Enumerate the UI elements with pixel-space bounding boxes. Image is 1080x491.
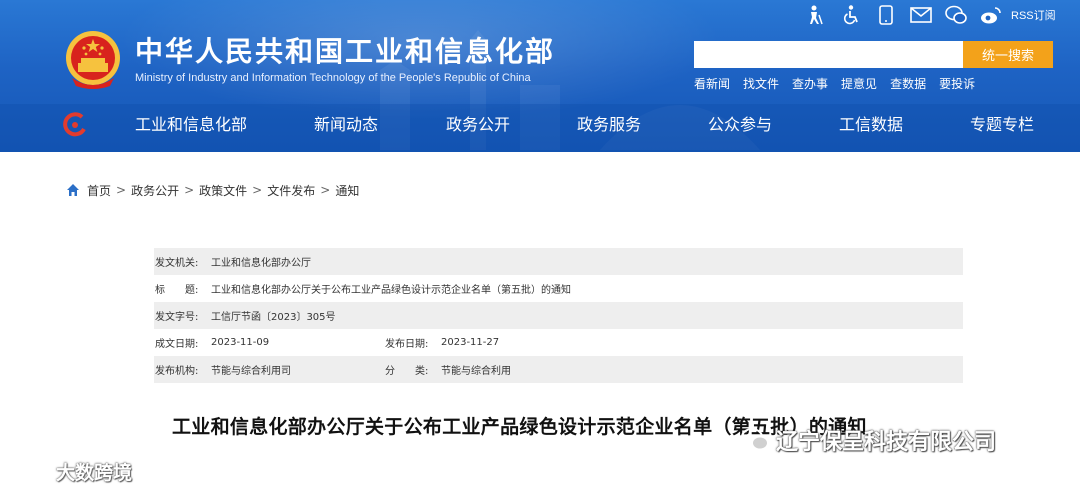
breadcrumb-gov-affairs[interactable]: 政务公开 bbox=[131, 182, 179, 199]
title-label: 标 题: bbox=[155, 285, 199, 296]
watermark-left-text: 大数跨境 bbox=[56, 462, 133, 484]
site-subtitle: Ministry of Industry and Information Tec… bbox=[135, 72, 531, 84]
watermark-left: 大数跨境 bbox=[10, 458, 132, 485]
meta-row-issuer: 发文机关: 工业和信息化部办公厅 bbox=[154, 248, 963, 275]
nav-item-topics[interactable]: 专题专栏 bbox=[970, 112, 1034, 138]
watermark-right-text: 辽宁保呈科技有限公司 bbox=[776, 430, 997, 455]
breadcrumb-releases[interactable]: 文件发布 bbox=[267, 182, 315, 199]
issuer-label: 发文机关: bbox=[155, 258, 199, 269]
nav-item-ministry[interactable]: 工业和信息化部 bbox=[135, 112, 247, 138]
breadcrumb-separator: > bbox=[116, 183, 127, 197]
meta-row-doc-number: 发文字号: 工信厅节函〔2023〕305号 bbox=[154, 302, 963, 329]
site-header: 中华人民共和国工业和信息化部 Ministry of Industry and … bbox=[0, 0, 1080, 152]
top-icon-bar: RSS订阅 bbox=[805, 3, 1056, 27]
nav-item-data[interactable]: 工信数据 bbox=[839, 112, 903, 138]
category-label: 分 类: bbox=[385, 366, 429, 377]
quick-link-news[interactable]: 看新闻 bbox=[694, 75, 730, 92]
wechat-icon[interactable] bbox=[945, 4, 967, 26]
quick-link-files[interactable]: 找文件 bbox=[743, 75, 779, 92]
category-value: 节能与综合利用 bbox=[441, 366, 511, 377]
search-input[interactable] bbox=[694, 41, 964, 68]
breadcrumb: 首页 > 政务公开 > 政策文件 > 文件发布 > 通知 bbox=[66, 180, 359, 200]
title-value: 工业和信息化部办公厅关于公布工业产品绿色设计示范企业名单（第五批）的通知 bbox=[211, 285, 571, 296]
meta-row-title: 标 题: 工业和信息化部办公厅关于公布工业产品绿色设计示范企业名单（第五批）的通… bbox=[154, 275, 963, 302]
created-date-cell: 成文日期: 2023-11-09 bbox=[154, 335, 384, 350]
search-button[interactable]: 统一搜索 bbox=[963, 41, 1053, 68]
nav-item-news[interactable]: 新闻动态 bbox=[314, 112, 378, 138]
nav-item-services[interactable]: 政务服务 bbox=[577, 112, 641, 138]
doc-number-value: 工信厅节函〔2023〕305号 bbox=[211, 312, 336, 323]
published-date-label: 发布日期: bbox=[385, 339, 429, 350]
national-emblem-icon bbox=[66, 31, 120, 89]
quick-link-services[interactable]: 查办事 bbox=[792, 75, 828, 92]
doc-number-label: 发文字号: bbox=[155, 312, 199, 323]
mail-icon[interactable] bbox=[910, 4, 932, 26]
breadcrumb-policy-docs[interactable]: 政策文件 bbox=[199, 182, 247, 199]
site-title[interactable]: 中华人民共和国工业和信息化部 bbox=[135, 36, 555, 68]
document-meta-table: 发文机关: 工业和信息化部办公厅 标 题: 工业和信息化部办公厅关于公布工业产品… bbox=[154, 248, 963, 383]
org-value: 节能与综合利用司 bbox=[211, 366, 291, 377]
created-date-label: 成文日期: bbox=[155, 339, 199, 350]
rss-link[interactable]: RSS订阅 bbox=[1011, 7, 1056, 23]
watermark-logo-icon bbox=[11, 463, 49, 478]
org-cell: 发布机构: 节能与综合利用司 bbox=[154, 362, 384, 377]
breadcrumb-separator: > bbox=[184, 183, 195, 197]
mobile-icon[interactable] bbox=[875, 4, 897, 26]
quick-link-data[interactable]: 查数据 bbox=[890, 75, 926, 92]
published-date-cell: 发布日期: 2023-11-27 bbox=[384, 335, 499, 350]
wechat-watermark-icon bbox=[741, 428, 769, 451]
breadcrumb-separator: > bbox=[252, 183, 263, 197]
main-nav: 工业和信息化部 新闻动态 政务公开 政务服务 公众参与 工信数据 专题专栏 bbox=[0, 112, 1080, 138]
created-date-value: 2023-11-09 bbox=[211, 337, 270, 348]
nav-item-participation[interactable]: 公众参与 bbox=[708, 112, 772, 138]
breadcrumb-notices[interactable]: 通知 bbox=[335, 182, 359, 199]
breadcrumb-home[interactable]: 首页 bbox=[87, 182, 111, 199]
accessibility-icon[interactable] bbox=[840, 4, 862, 26]
breadcrumb-separator: > bbox=[320, 183, 331, 197]
quick-links: 看新闻 找文件 查办事 提意见 查数据 要投诉 bbox=[694, 75, 988, 92]
published-date-value: 2023-11-27 bbox=[441, 337, 500, 348]
weibo-icon[interactable] bbox=[980, 4, 1002, 26]
category-cell: 分 类: 节能与综合利用 bbox=[384, 362, 511, 377]
home-icon[interactable] bbox=[66, 183, 80, 197]
watermark-right: 辽宁保呈科技有限公司 bbox=[740, 424, 996, 456]
elder-mode-icon[interactable] bbox=[805, 4, 827, 26]
issuer-value: 工业和信息化部办公厅 bbox=[211, 258, 311, 269]
meta-row-dates: 成文日期: 2023-11-09 发布日期: 2023-11-27 bbox=[154, 329, 963, 356]
meta-row-org: 发布机构: 节能与综合利用司 分 类: 节能与综合利用 bbox=[154, 356, 963, 383]
quick-link-complaints[interactable]: 要投诉 bbox=[939, 75, 975, 92]
quick-link-feedback[interactable]: 提意见 bbox=[841, 75, 877, 92]
org-label: 发布机构: bbox=[155, 366, 199, 377]
nav-item-gov-affairs[interactable]: 政务公开 bbox=[446, 112, 510, 138]
